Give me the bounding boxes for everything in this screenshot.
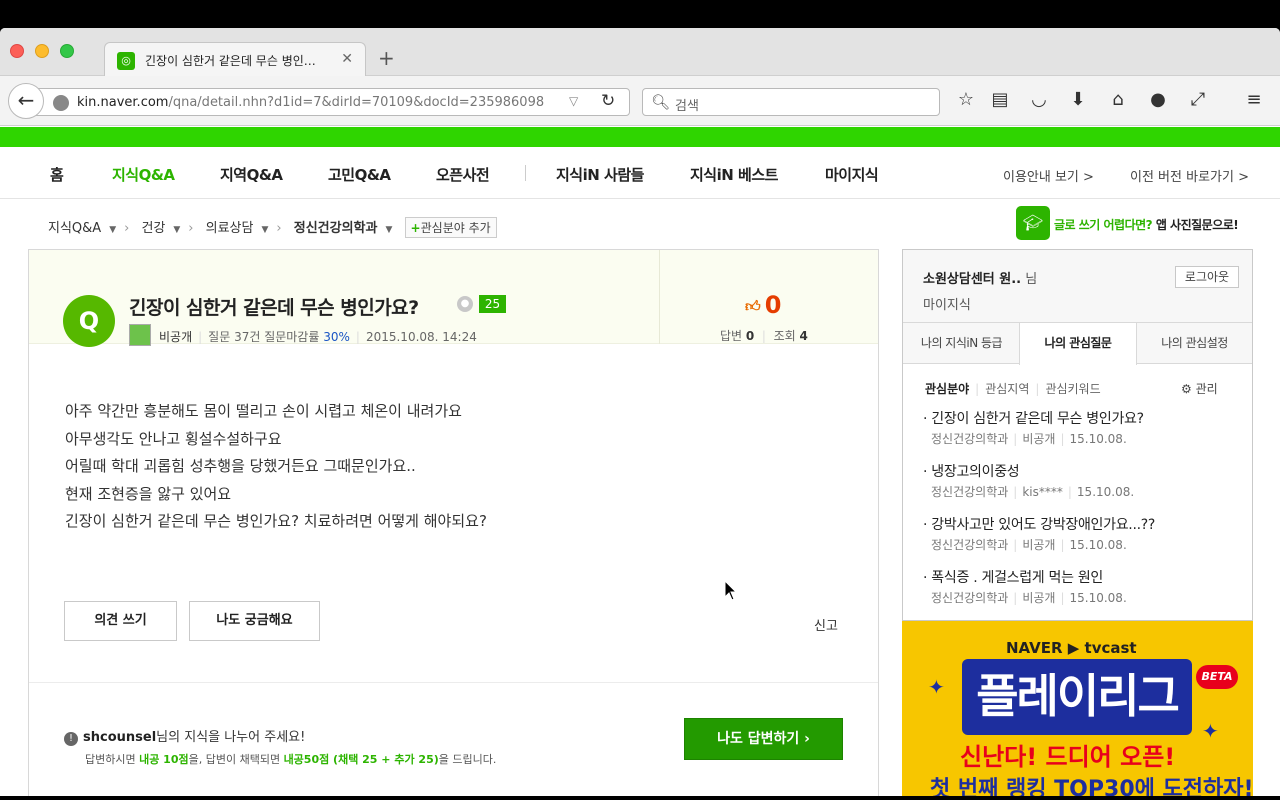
main-nav: 홈 지식Q&A 지역Q&A 고민Q&A 오픈사전 지식iN 사람들 지식iN 베… [0,147,1280,199]
answer-view-counts: 답변 0 | 조회 4 [720,329,808,343]
nav-best[interactable]: 지식iN 베스트 [690,164,778,185]
history-dropdown-icon[interactable]: ▽ [569,94,578,108]
reading-list-icon[interactable]: ▤ [988,89,1012,110]
ad-headline: 플레이리그 [962,659,1192,735]
avatar [129,324,151,346]
question-header: Q 긴장이 심한거 같은데 무슨 병인가요? ● 25 비공개 | 질문 37건 질… [29,250,878,347]
answer-prompt: ! shcounsel님의 지식을 나누어 주세요! 답변하시면 내공 10점을,… [29,682,878,796]
beta-badge: BETA [1196,665,1238,689]
old-version-link[interactable]: 이전 버전 바로가기 > [1130,166,1249,185]
subtab-region[interactable]: 관심지역 [985,382,1029,396]
panel-tabs: 나의 지식iN 등급 나의 관심질문 나의 관심설정 [903,322,1252,365]
list-item[interactable]: · 긴장이 심한거 같은데 무슨 병인가요? 정신건강의학과 | 비공개 | 15.10… [923,408,1243,461]
ad-line-1: 신난다! 드디어 오픈! [960,743,1176,771]
sparkle-icon: ✦ [928,675,945,699]
chevron-down-icon[interactable]: ▼ [173,225,180,235]
logout-button[interactable]: 로그아웃 [1175,266,1239,288]
url-text: kin.naver.com/qna/detail.nhn?d1id=7&dirI… [77,95,545,110]
question-body: 아주 약간만 흥분해도 몸이 떨리고 손이 시렵고 체온이 내려가요 아무생각도… [65,402,487,530]
crumb-psychiatry[interactable]: 정신건강의학과 [294,221,378,236]
search-placeholder: 검색 [675,99,699,114]
nav-my[interactable]: 마이지식 [825,164,879,185]
ad-brand: NAVER ▶ tvcast [1006,639,1137,657]
naver-favicon-icon: ◎ [117,52,135,70]
interest-question-list: · 긴장이 심한거 같은데 무슨 병인가요? 정신건강의학과 | 비공개 | 15.10… [923,408,1243,620]
question-title: 긴장이 심한거 같은데 무슨 병인가요? [129,297,419,319]
interest-subtabs: 관심분야 | 관심지역 | 관심키워드 [925,382,1101,396]
info-icon: ! [64,732,78,746]
globe-icon [53,95,69,111]
add-interest-button[interactable]: +관심분야 추가 [404,217,497,238]
my-knowledge-link[interactable]: 마이지식 [923,294,971,313]
fullscreen-icon[interactable]: ⤢ [1186,89,1210,110]
report-link[interactable]: 신고 [814,615,838,634]
nav-divider [525,165,526,181]
photo-question-promo[interactable]: 🎓︎ 글로 쓰기 어렵다면? 앱 사진질문으로! [1016,206,1256,242]
nav-worry-qna[interactable]: 고민Q&A [328,164,391,185]
lock-icon: ● [457,296,473,312]
browser-tab[interactable]: ◎ 긴장이 심한거 같은데 무슨 병인… ✕ [104,42,366,76]
list-item[interactable]: · 강박사고만 있어도 강박장애인가요...?? 정신건강의학과 | 비공개 | 15.… [923,514,1243,567]
pocket-icon[interactable]: ◡ [1027,89,1051,110]
answer-button[interactable]: 나도 답변하기 › [684,718,843,760]
tab-close-icon[interactable]: ✕ [341,51,353,67]
crumb-qna[interactable]: 지식Q&A [48,221,101,236]
close-window-button[interactable] [10,44,24,58]
download-icon[interactable]: ⬇ [1066,89,1090,110]
user-name: 소원상담센터 원.. 님 [923,272,1038,287]
crumb-health[interactable]: 건강 [141,221,165,236]
nav-people[interactable]: 지식iN 사람들 [556,164,644,185]
chevron-down-icon[interactable]: ▼ [109,225,116,235]
question-meta: 비공개 | 질문 37건 질문마감률 30% | 2015.10.08. 14:24 [159,330,477,344]
my-knowledge-panel: 소원상담센터 원.. 님 마이지식 로그아웃 나의 지식iN 등급 나의 관심질… [902,249,1253,621]
tab-my-interest-settings[interactable]: 나의 관심설정 [1137,323,1252,364]
browser-window: ◎ 긴장이 심한거 같은데 무슨 병인… ✕ + kin.naver.com/q… [0,28,1280,796]
ad-line-2: 첫 번째 랭킹 TOP30에 도전하자! [930,777,1253,796]
chevron-down-icon[interactable]: ▼ [261,225,268,235]
nav-qna[interactable]: 지식Q&A [112,164,175,185]
breadcrumb: 지식Q&A ▼ › 건강 ▼ › 의료상담 ▼ › 정신건강의학과 ▼ +관심분야 추가 [48,217,497,238]
question-box: Q 긴장이 심한거 같은데 무슨 병인가요? ● 25 비공개 | 질문 37건 질… [28,249,879,796]
new-tab-button[interactable]: + [378,46,395,70]
points-badge: 25 [479,295,506,313]
naver-green-bar [0,127,1280,147]
manage-link[interactable]: ⚙ 관리 [1181,380,1218,397]
search-input[interactable]: 🔍︎ 검색 [642,88,940,116]
chat-icon[interactable]: ● [1146,89,1170,110]
url-bar[interactable]: kin.naver.com/qna/detail.nhn?d1id=7&dirI… [30,88,630,116]
nav-local-qna[interactable]: 지역Q&A [220,164,283,185]
me-too-curious-button[interactable]: 나도 궁금해요 [189,601,320,641]
chevron-down-icon[interactable]: ▼ [385,225,392,235]
menu-icon[interactable]: ≡ [1242,89,1266,110]
nav-home[interactable]: 홈 [50,164,64,185]
minimize-window-button[interactable] [35,44,49,58]
zoom-window-button[interactable] [60,44,74,58]
tab-my-interest-questions[interactable]: 나의 관심질문 [1019,323,1137,365]
mouse-cursor-icon [724,580,738,601]
graduation-cap-icon: 🎓︎ [1016,206,1050,240]
question-icon: Q [63,295,115,347]
navigation-bar: kin.naver.com/qna/detail.nhn?d1id=7&dirI… [0,76,1280,126]
reload-icon[interactable]: ↻ [601,91,615,111]
bookmark-star-icon[interactable]: ☆ [954,89,978,110]
tab-strip: ◎ 긴장이 심한거 같은데 무슨 병인… ✕ + [0,28,1280,76]
nav-open-dict[interactable]: 오픈사전 [436,164,490,185]
sparkle-icon: ✦ [1202,719,1219,743]
crumb-medical[interactable]: 의료상담 [206,221,254,236]
tvcast-ad-banner[interactable]: NAVER ▶ tvcast ✦ ✦ 플레이리그 BETA 신난다! 드디어 오… [902,621,1253,796]
tab-my-grade[interactable]: 나의 지식iN 등급 [903,323,1020,364]
list-item[interactable]: · 냉장고의이중성 정신건강의학과 | kis**** | 15.10.08. [923,461,1243,514]
subtab-keyword[interactable]: 관심키워드 [1045,382,1100,396]
list-item[interactable]: · 폭식증 . 게걸스럽게 먹는 원인 정신건강의학과 | 비공개 | 15.10.08… [923,567,1243,620]
write-opinion-button[interactable]: 의견 쓰기 [64,601,177,641]
home-icon[interactable]: ⌂ [1106,89,1130,110]
guide-link[interactable]: 이용안내 보기 > [1003,166,1094,185]
thumbs-up-icon: 👍︎ [745,296,761,315]
subtab-field[interactable]: 관심분야 [925,382,969,396]
back-button[interactable]: ← [8,83,44,119]
like-count[interactable]: 👍︎ 0 [745,291,781,319]
search-icon: 🔍︎ [651,93,671,111]
tab-title: 긴장이 심한거 같은데 무슨 병인… [145,54,316,68]
